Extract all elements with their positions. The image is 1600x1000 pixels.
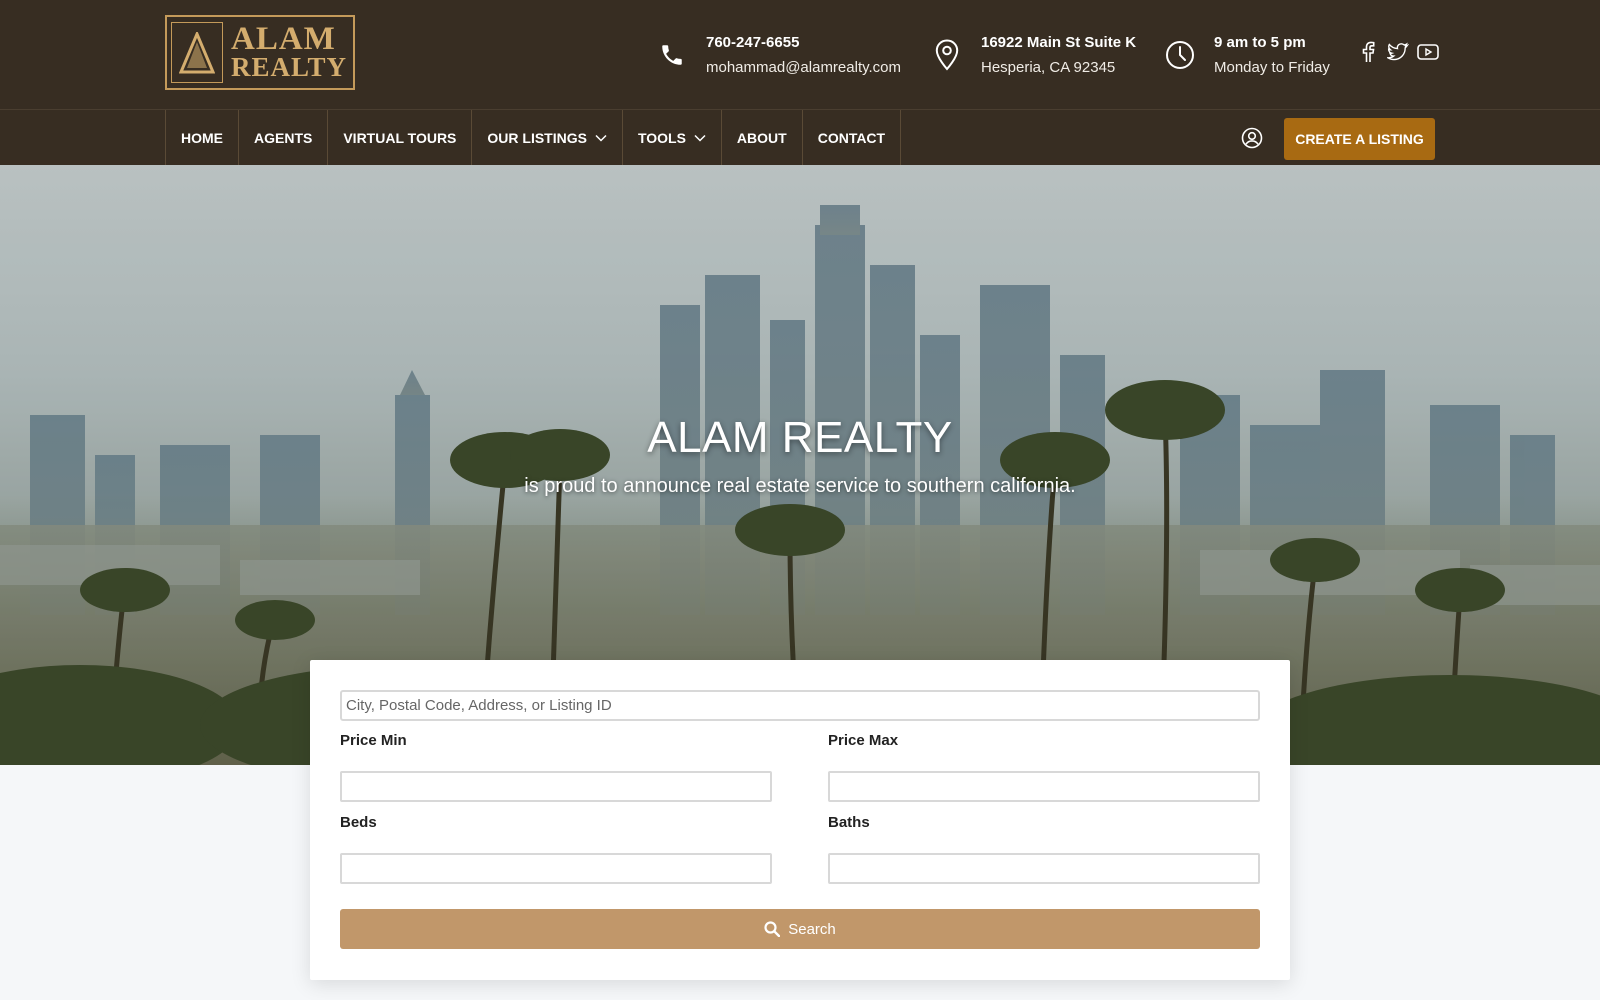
- nav-contact[interactable]: CONTACT: [803, 110, 902, 165]
- hero-subtitle: is proud to announce real estate service…: [524, 475, 1076, 497]
- top-header: ALAM REALTY 760-247-6655 mohammad@alamre…: [0, 0, 1600, 110]
- create-listing-button[interactable]: CREATE A LISTING: [1284, 118, 1435, 160]
- property-search-form: Price Min Price Max Beds Baths Search: [310, 660, 1290, 980]
- search-icon: [764, 921, 781, 937]
- social-links: [1357, 41, 1439, 63]
- facebook-icon[interactable]: [1357, 41, 1379, 63]
- nav-about-label: ABOUT: [736, 129, 787, 146]
- logo-triangle-icon: [171, 22, 223, 83]
- nav-virtual-tours[interactable]: VIRTUAL TOURS: [328, 110, 473, 165]
- price-max-label: Price Max: [828, 732, 899, 749]
- address-contact: 16922 Main St Suite K Hesperia, CA 92345: [927, 30, 1136, 80]
- nav-agents-label: AGENTS: [254, 129, 313, 146]
- price-min-input[interactable]: [340, 771, 772, 802]
- baths-label: Baths: [828, 814, 870, 831]
- clock-icon: [1160, 40, 1200, 70]
- user-account-icon[interactable]: [1240, 126, 1264, 150]
- logo-text-line1: ALAM: [231, 20, 336, 57]
- hours-line1: 9 am to 5 pm: [1214, 34, 1306, 51]
- nav-tools[interactable]: TOOLS: [623, 110, 722, 165]
- twitter-icon[interactable]: [1387, 41, 1409, 63]
- nav-our-listings[interactable]: OUR LISTINGS: [472, 110, 623, 165]
- chevron-down-icon: [595, 134, 607, 142]
- nav-virtual-tours-label: VIRTUAL TOURS: [343, 129, 457, 146]
- nav-about[interactable]: ABOUT: [722, 110, 803, 165]
- nav-home[interactable]: HOME: [166, 110, 239, 165]
- alam-realty-logo[interactable]: ALAM REALTY: [165, 15, 355, 90]
- phone-number[interactable]: 760-247-6655: [706, 30, 901, 55]
- beds-input[interactable]: [340, 853, 772, 884]
- price-max-input[interactable]: [828, 771, 1260, 802]
- nav-agents[interactable]: AGENTS: [239, 110, 329, 165]
- phone-contact: 760-247-6655 mohammad@alamrealty.com: [652, 30, 901, 80]
- baths-input[interactable]: [828, 853, 1260, 884]
- hero-title: ALAM REALTY: [647, 413, 953, 462]
- phone-icon: [652, 42, 692, 68]
- nav-contact-label: CONTACT: [817, 129, 886, 146]
- hours-contact: 9 am to 5 pm Monday to Friday: [1160, 30, 1330, 80]
- nav-our-listings-label: OUR LISTINGS: [487, 129, 587, 146]
- address-line1: 16922 Main St Suite K: [981, 34, 1137, 51]
- email-address[interactable]: mohammad@alamrealty.com: [706, 55, 901, 80]
- chevron-down-icon: [694, 134, 706, 142]
- nav-tools-label: TOOLS: [637, 129, 686, 146]
- location-search-input[interactable]: [340, 690, 1260, 721]
- search-button[interactable]: Search: [340, 909, 1260, 949]
- price-min-label: Price Min: [340, 732, 407, 749]
- main-nav: HOME AGENTS VIRTUAL TOURS OUR LISTINGS T…: [165, 110, 902, 165]
- logo-text-line2: REALTY: [231, 51, 348, 82]
- search-button-label: Search: [788, 920, 836, 938]
- address-line2: Hesperia, CA 92345: [981, 59, 1116, 76]
- nav-home-label: HOME: [181, 129, 223, 146]
- main-navbar: HOME AGENTS VIRTUAL TOURS OUR LISTINGS T…: [0, 110, 1600, 165]
- beds-label: Beds: [340, 814, 377, 831]
- hours-line2: Monday to Friday: [1214, 59, 1330, 76]
- youtube-icon[interactable]: [1417, 41, 1439, 63]
- map-pin-icon: [927, 39, 967, 71]
